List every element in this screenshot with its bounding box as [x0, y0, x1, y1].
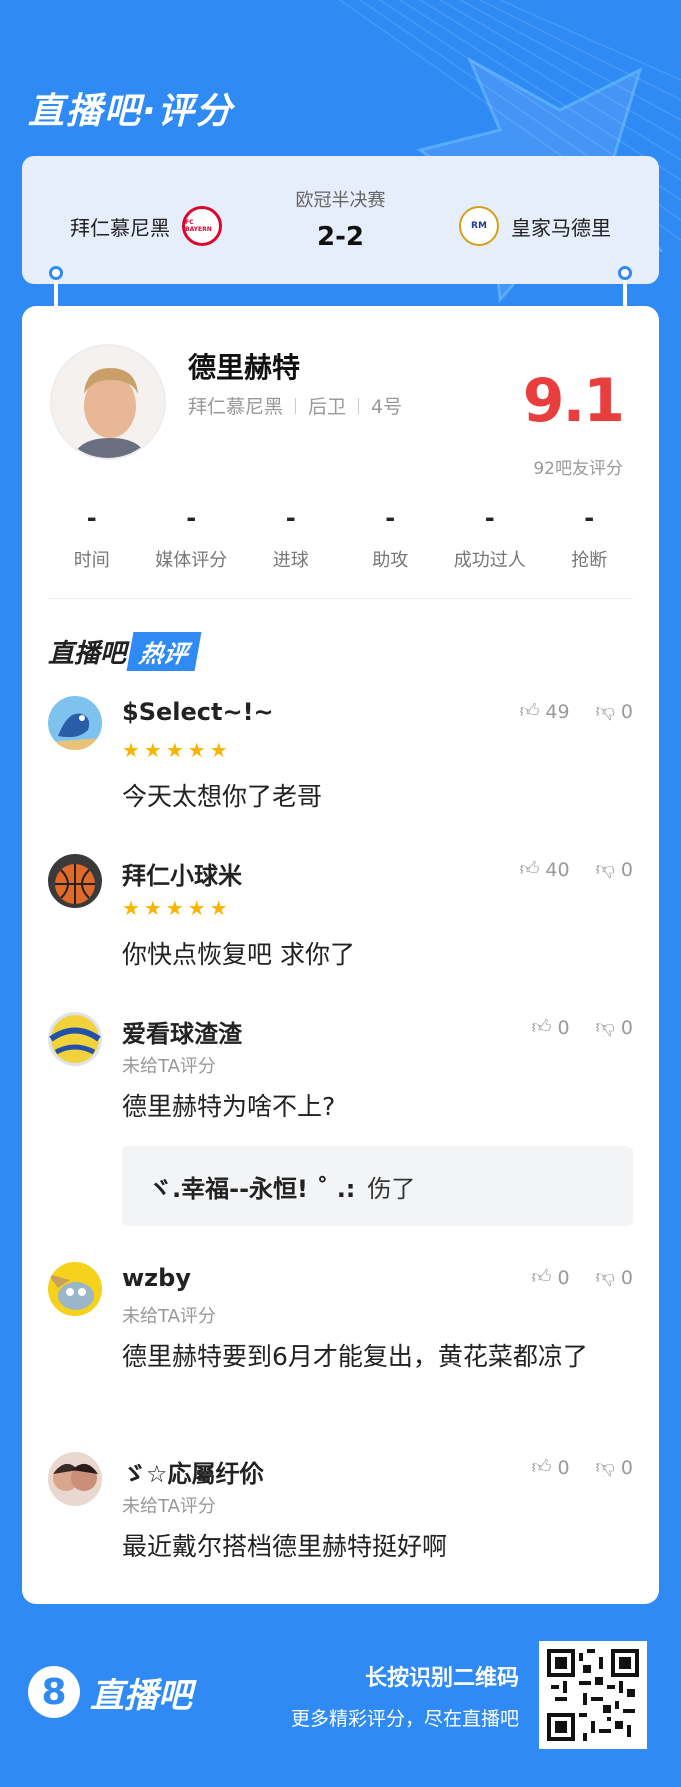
avatar[interactable] — [48, 1262, 102, 1316]
reply-text: 伤了 — [367, 1174, 416, 1203]
comment-item: $Select~!~ 👍︎ 49 👎︎ 0 ★★★★★ 今天太想你了老哥 — [48, 696, 633, 836]
player-meta: 拜仁慕尼黑 后卫 4号 — [188, 392, 402, 419]
thumbs-up-icon: 👍︎ — [531, 1456, 552, 1478]
stat-goals: - 进球 — [272, 504, 309, 571]
comment-actions: 👍︎ 0 👎︎ 0 — [532, 1456, 633, 1479]
footer-logo: 8 直播吧 — [28, 1666, 192, 1718]
star-rating: ★★★★★ — [122, 738, 232, 762]
thumbs-down-icon: 👎︎ — [595, 1456, 615, 1478]
avatar[interactable] — [48, 1452, 102, 1506]
no-rating-label: 未给TA评分 — [122, 1056, 216, 1077]
comment-item: 爱看球渣渣 👍︎ 0 👎︎ 0 未给TA评分 德里赫特为啥不上? ヾ.幸福--永恒!… — [48, 1012, 633, 1234]
player-number: 4号 — [371, 396, 403, 418]
stats-row: - 时间 - 媒体评分 - 进球 - 助攻 - 成功过人 - 抢断 — [42, 504, 639, 572]
comment-text: 你快点恢复吧 求你了 — [122, 940, 355, 969]
avatar[interactable] — [48, 1012, 102, 1066]
comment-text: 德里赫特为啥不上? — [122, 1092, 336, 1121]
player-position: 后卫 — [308, 396, 347, 418]
no-rating-label: 未给TA评分 — [122, 1306, 216, 1327]
dislike-button[interactable]: 👎︎ 0 — [596, 700, 633, 723]
meta-divider — [358, 397, 360, 414]
comment-item: 拜仁小球米 👍︎ 40 👎︎ 0 ★★★★★ 你快点恢复吧 求你了 — [48, 854, 633, 994]
comment-text: 德里赫特要到6月才能复出，黄花菜都凉了 — [122, 1342, 588, 1371]
no-rating-label: 未给TA评分 — [122, 1496, 216, 1517]
rating-count: 92吧友评分 — [533, 459, 623, 479]
comment-actions: 👍︎ 0 👎︎ 0 — [532, 1016, 633, 1039]
thumbs-up-icon: 👍︎ — [519, 700, 540, 722]
comment-text: 最近戴尔搭档德里赫特挺好啊 — [122, 1532, 448, 1561]
logo-icon: 8 — [28, 1666, 80, 1718]
dislike-button[interactable]: 👎︎ 0 — [596, 1456, 633, 1479]
like-button[interactable]: 👍︎ 49 — [520, 700, 570, 723]
like-button[interactable]: 👍︎ 40 — [520, 858, 570, 881]
thumbs-up-icon: 👍︎ — [531, 1266, 552, 1288]
comment-item: wzby 👍︎ 0 👎︎ 0 未给TA评分 德里赫特要到6月才能复出，黄花菜都凉了 — [48, 1262, 633, 1422]
thumbs-up-icon: 👍︎ — [519, 858, 540, 880]
comment-username[interactable]: $Select~!~ — [122, 698, 274, 726]
player-name: 德里赫特 — [188, 351, 301, 384]
stat-assists: - 助攻 — [372, 504, 409, 571]
footer-slogan: 更多精彩评分，尽在直播吧 — [290, 1708, 519, 1730]
player-rating: 9.1 — [522, 366, 625, 436]
logo-text: 直播吧 — [90, 1675, 192, 1716]
comment-actions: 👍︎ 0 👎︎ 0 — [532, 1266, 633, 1289]
comment-username[interactable]: wzby — [122, 1264, 191, 1292]
reply-box[interactable]: ヾ.幸福--永恒! ˚ .: 伤了 — [122, 1146, 633, 1226]
dislike-button[interactable]: 👎︎ 0 — [596, 858, 633, 881]
page-title: 直播吧·评分 — [28, 91, 234, 132]
hot-comments-title: 直播吧 热评 — [48, 632, 202, 671]
comment-actions: 👍︎ 49 👎︎ 0 — [520, 700, 633, 723]
star-rating: ★★★★★ — [122, 896, 232, 920]
away-team: RM 皇家马德里 — [459, 206, 611, 246]
stat-tackles: - 抢断 — [571, 504, 608, 571]
comment-username[interactable]: ゞ☆応屬纡伱 — [122, 1454, 264, 1489]
player-rating-card: 德里赫特 拜仁慕尼黑 后卫 4号 9.1 92吧友评分 - 时间 - 媒体评分 -进… — [22, 306, 659, 1604]
comment-username[interactable]: 拜仁小球米 — [122, 856, 242, 891]
like-button[interactable]: 👍︎ 0 — [532, 1266, 570, 1289]
reply-username: ヾ.幸福--永恒! ˚ .: — [148, 1174, 356, 1203]
qr-code-icon[interactable] — [539, 1641, 647, 1749]
stat-time: - 时间 — [73, 504, 110, 571]
match-card: 拜仁慕尼黑 FC BAYERN 欧冠半决赛 2-2 RM 皇家马德里 — [22, 156, 659, 284]
comment-item: ゞ☆応屬纡伱 👍︎ 0 👎︎ 0 未给TA评分 最近戴尔搭档德里赫特挺好啊 — [48, 1452, 633, 1582]
thumbs-down-icon: 👎︎ — [595, 1016, 615, 1038]
meta-divider — [295, 397, 297, 414]
dislike-button[interactable]: 👎︎ 0 — [596, 1016, 633, 1039]
avatar[interactable] — [48, 854, 102, 908]
stat-dribbles: - 成功过人 — [453, 504, 526, 571]
comment-username[interactable]: 爱看球渣渣 — [122, 1014, 242, 1049]
divider — [48, 598, 633, 599]
avatar[interactable] — [48, 696, 102, 750]
stat-media-rating: - 媒体评分 — [155, 504, 228, 571]
like-button[interactable]: 👍︎ 0 — [532, 1016, 570, 1039]
thumbs-down-icon: 👎︎ — [595, 700, 615, 722]
player-team: 拜仁慕尼黑 — [188, 396, 284, 418]
dislike-button[interactable]: 👎︎ 0 — [596, 1266, 633, 1289]
comment-text: 今天太想你了老哥 — [122, 782, 323, 811]
player-photo — [50, 344, 166, 460]
away-team-name: 皇家马德里 — [511, 215, 611, 240]
thumbs-up-icon: 👍︎ — [531, 1016, 552, 1038]
thumbs-down-icon: 👎︎ — [595, 858, 615, 880]
like-button[interactable]: 👍︎ 0 — [532, 1456, 570, 1479]
qr-instruction: 长按识别二维码 — [364, 1666, 519, 1691]
thumbs-down-icon: 👎︎ — [595, 1266, 615, 1288]
comment-actions: 👍︎ 40 👎︎ 0 — [520, 858, 633, 881]
real-madrid-badge-icon: RM — [459, 206, 499, 246]
